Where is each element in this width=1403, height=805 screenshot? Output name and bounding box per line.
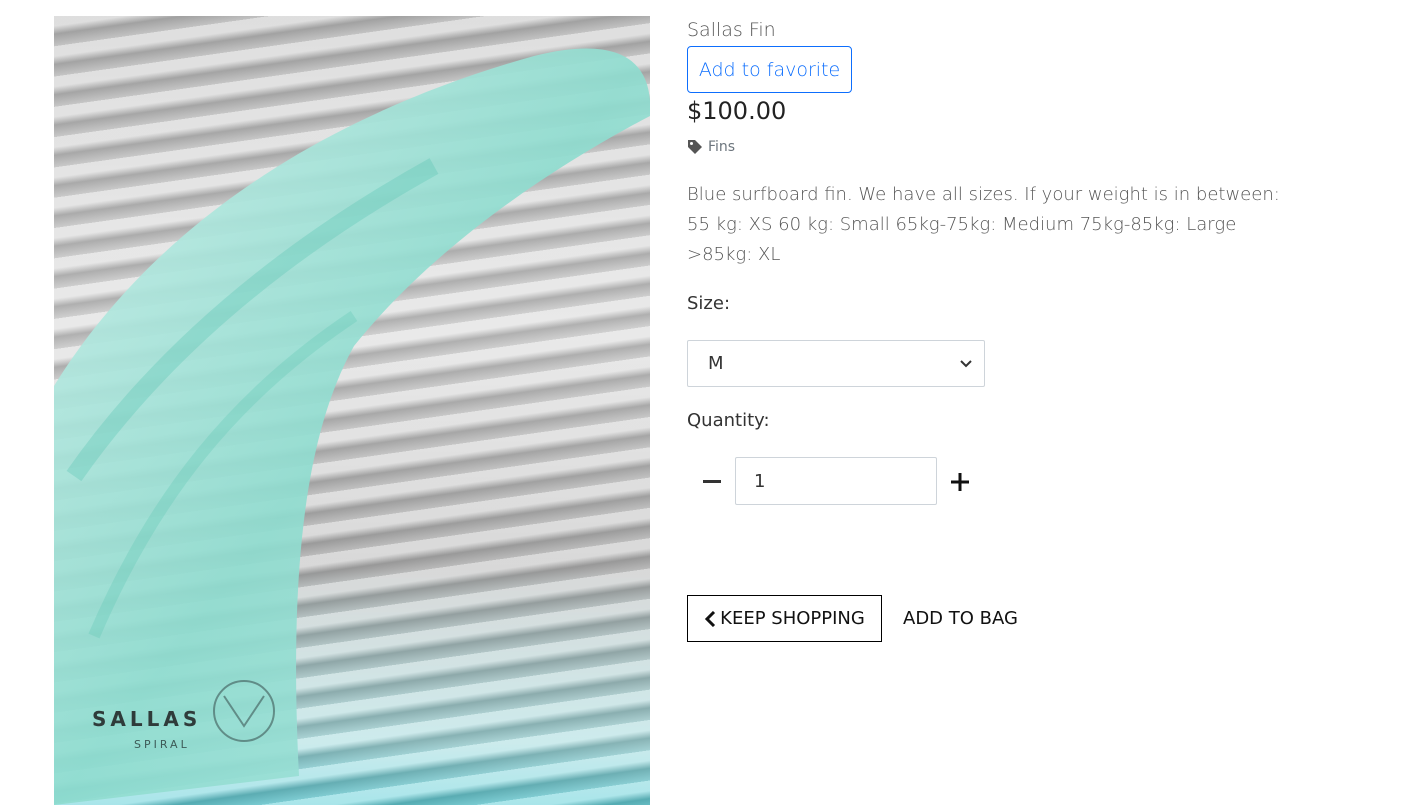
add-to-bag-label: Add to bag [903,608,1018,629]
minus-icon [703,480,721,483]
tag-icon [688,140,702,154]
product-description: Blue surfboard fin. We have all sizes. I… [687,184,1280,265]
chevron-left-icon [705,610,716,627]
logo-text: SALLAS [92,707,201,731]
category-label: Fins [708,139,736,155]
quantity-input[interactable] [735,457,937,505]
product-category[interactable]: Fins [687,139,735,155]
plus-icon [951,473,969,491]
product-name: Sallas Fin [687,19,776,41]
product-image: SALLAS SPIRAL [54,16,650,805]
quantity-label: Quantity: [687,410,770,431]
product-price: $100.00 [687,97,787,125]
increment-quantity-button[interactable] [940,462,980,502]
keep-shopping-button[interactable]: Keep Shopping [687,595,882,642]
chevron-down-icon [960,359,972,367]
logo-subtext: SPIRAL [134,738,190,751]
decrement-quantity-button[interactable] [692,462,732,502]
fin-illustration: SALLAS SPIRAL [54,48,650,805]
size-select[interactable]: M [687,340,985,387]
size-selected-value: M [708,353,724,374]
add-to-bag-button[interactable]: Add to bag [891,595,1030,642]
size-label: Size: [687,293,731,314]
add-to-favorite-button[interactable]: Add to favorite [687,46,852,93]
keep-shopping-label: Keep Shopping [720,608,865,629]
